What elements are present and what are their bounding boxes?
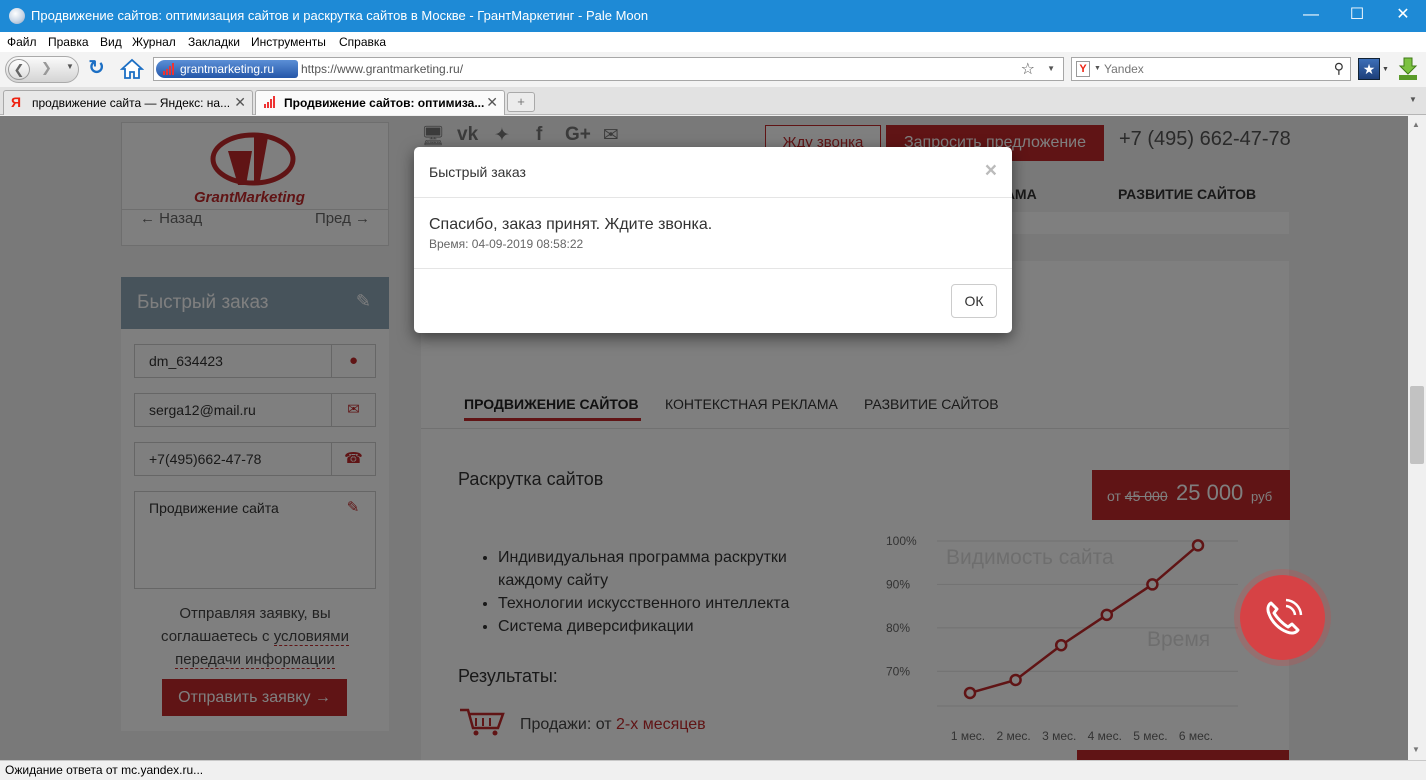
scroll-up-icon[interactable]: ▲ (1412, 120, 1420, 129)
minimize-button[interactable]: — (1288, 0, 1334, 32)
menu-edit[interactable]: Правка (48, 35, 89, 49)
reload-icon[interactable]: ↻ (88, 58, 108, 79)
dialog-timestamp: Время: 04-09-2019 08:58:22 (429, 237, 584, 251)
scroll-down-icon[interactable]: ▼ (1412, 745, 1420, 754)
status-bar: Ожидание ответа от mc.yandex.ru... (0, 760, 1426, 780)
tab-list-icon[interactable]: ▼ (1409, 95, 1417, 104)
web-page: GrantMarketing ← Назад Пред → Быстрый за… (0, 116, 1408, 760)
call-widget-button[interactable] (1240, 575, 1325, 660)
bookmarks-dropdown-icon[interactable]: ▼ (1382, 66, 1389, 73)
bookmarks-star-icon[interactable]: ★ (1358, 58, 1380, 80)
menu-bar: Файл Правка Вид Журнал Закладки Инструме… (0, 32, 1426, 52)
tab-yandex[interactable]: Я продвижение сайта — Яндекс: на... ✕ (3, 90, 253, 115)
site-favicon-icon (163, 63, 174, 75)
ok-button[interactable]: ОК (951, 284, 997, 318)
url-dropdown-icon[interactable]: ▼ (1047, 64, 1055, 73)
new-tab-button[interactable]: + (507, 92, 535, 112)
search-bar[interactable]: Y ▼ ⚲ (1071, 57, 1351, 81)
maximize-button[interactable]: ☐ (1334, 0, 1380, 32)
back-button[interactable]: ❮ (8, 59, 30, 80)
search-icon[interactable]: ⚲ (1334, 60, 1344, 77)
order-confirmation-dialog: Быстрый заказ × Спасибо, заказ принят. Ж… (414, 147, 1012, 333)
bookmark-star-icon[interactable]: ☆ (1021, 59, 1035, 79)
url-bar[interactable]: grantmarketing.ru https://www.grantmarke… (153, 57, 1064, 81)
tab-label: Продвижение сайтов: оптимиза... (284, 96, 485, 110)
download-icon[interactable] (1397, 56, 1419, 82)
home-icon[interactable] (120, 58, 144, 80)
dialog-footer (414, 268, 1012, 333)
history-dropdown-icon[interactable]: ▼ (66, 62, 74, 71)
close-tab-icon[interactable]: ✕ (486, 91, 498, 113)
forward-button[interactable]: ❯ (41, 60, 52, 76)
navigation-toolbar: ❮ ❯ ▼ ↻ grantmarketing.ru https://www.gr… (0, 52, 1426, 87)
engine-dropdown-icon[interactable]: ▼ (1094, 65, 1101, 72)
yandex-engine-icon[interactable]: Y (1076, 61, 1090, 77)
dialog-message: Спасибо, заказ принят. Ждите звонка. (429, 216, 713, 233)
title-bar: Продвижение сайтов: оптимизация сайтов и… (0, 0, 1426, 32)
dialog-header: Быстрый заказ × (414, 147, 1012, 198)
close-tab-icon[interactable]: ✕ (234, 91, 246, 113)
menu-tools[interactable]: Инструменты (251, 35, 326, 49)
phone-ringing-icon (1266, 598, 1303, 635)
tab-label: продвижение сайта — Яндекс: на... (32, 96, 231, 110)
close-window-button[interactable]: ✕ (1380, 0, 1426, 32)
close-icon[interactable]: × (985, 159, 997, 183)
site-identity-label: grantmarketing.ru (180, 62, 275, 76)
scrollbar-thumb[interactable] (1410, 386, 1424, 464)
yandex-favicon-icon: Я (11, 94, 22, 110)
menu-bookmarks[interactable]: Закладки (188, 35, 240, 49)
tab-bar: Я продвижение сайта — Яндекс: на... ✕ Пр… (0, 87, 1426, 115)
menu-view[interactable]: Вид (100, 35, 122, 49)
dialog-title: Быстрый заказ (429, 164, 526, 180)
menu-help[interactable]: Справка (339, 35, 386, 49)
site-identity-badge[interactable]: grantmarketing.ru (156, 60, 298, 78)
tab-grantmarketing[interactable]: Продвижение сайтов: оптимиза... ✕ (255, 90, 505, 115)
browser-window: Продвижение сайтов: оптимизация сайтов и… (0, 0, 1426, 780)
vertical-scrollbar[interactable]: ▲ ▼ (1408, 116, 1426, 760)
url-text[interactable]: https://www.grantmarketing.ru/ (301, 62, 463, 76)
search-input[interactable] (1104, 61, 1324, 77)
browser-logo-icon (9, 8, 25, 24)
site-favicon-icon (264, 96, 275, 108)
menu-history[interactable]: Журнал (132, 35, 176, 49)
back-forward-group: ❮ ❯ ▼ (5, 56, 79, 83)
window-title: Продвижение сайтов: оптимизация сайтов и… (31, 8, 649, 23)
menu-file[interactable]: Файл (7, 35, 37, 49)
